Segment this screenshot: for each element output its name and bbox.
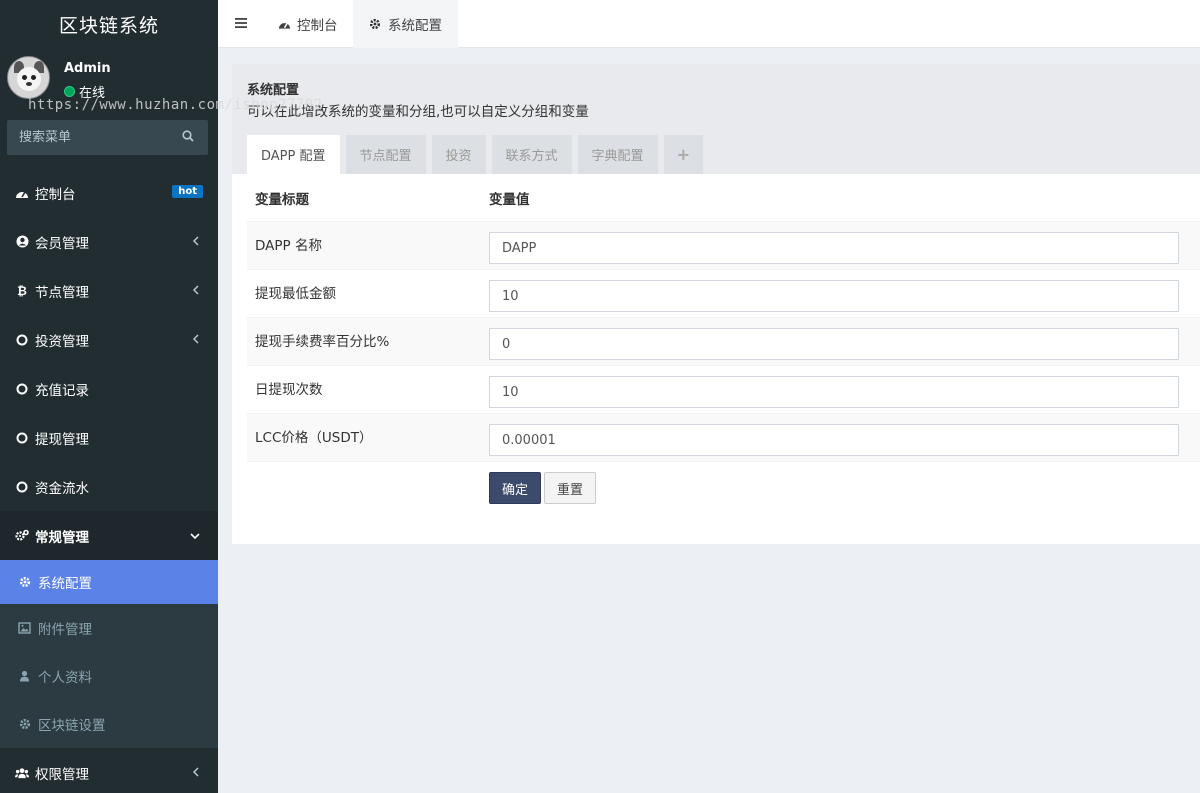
table-row: 提现最低金额 — [247, 270, 1200, 318]
tab-contact[interactable]: 联系方式 — [491, 135, 572, 174]
config-tabs: DAPP 配置 节点配置 投资 联系方式 字典配置 + — [247, 135, 709, 174]
sidebar-item-withdraw[interactable]: 提现管理 — [0, 413, 218, 462]
tab-label: 系统配置 — [388, 18, 442, 34]
circle-icon — [15, 480, 29, 494]
users-icon — [15, 766, 29, 780]
table-header-row: 变量标题 变量值 — [247, 174, 1200, 222]
submit-button[interactable]: 确定 — [489, 472, 542, 504]
field-label: LCC价格（USDT） — [255, 430, 373, 446]
tab-invest[interactable]: 投资 — [431, 135, 486, 174]
add-tab-button[interactable]: + — [663, 135, 703, 174]
gear-icon — [18, 576, 31, 589]
panel-header: 系统配置 可以在此增改系统的变量和分组,也可以自定义分组和变量 DAPP 配置 … — [232, 64, 1200, 174]
sidebar-item-label: 控制台 — [35, 186, 76, 203]
tab-dapp-config[interactable]: DAPP 配置 — [247, 135, 340, 174]
sidebar-item-dashboard[interactable]: 控制台 hot — [0, 168, 218, 217]
sidebar-item-label: 权限管理 — [35, 766, 89, 783]
sidebar-item-label: 常规管理 — [35, 529, 89, 546]
dapp-name-input[interactable] — [489, 232, 1179, 264]
sidebar-item-label: 提现管理 — [35, 431, 89, 448]
gear-icon — [369, 18, 382, 31]
tab-dictionary-config[interactable]: 字典配置 — [577, 135, 658, 174]
sidebar-item-invest[interactable]: 投资管理 — [0, 315, 218, 364]
avatar — [7, 56, 50, 99]
circle-icon — [15, 431, 29, 445]
circle-icon — [15, 333, 29, 347]
table-row: 日提现次数 — [247, 366, 1200, 414]
online-dot-icon — [64, 86, 75, 97]
hamburger-menu-icon[interactable] — [235, 17, 247, 29]
column-header-value: 变量值 — [489, 191, 530, 208]
table-row: DAPP 名称 — [247, 222, 1200, 270]
chevron-left-icon — [192, 767, 199, 777]
field-label: DAPP 名称 — [255, 238, 322, 254]
withdraw-fee-rate-input[interactable] — [489, 328, 1179, 360]
sidebar-item-members[interactable]: 会员管理 — [0, 217, 218, 266]
user-name: Admin — [64, 61, 111, 76]
sidebar-item-general[interactable]: 常规管理 — [0, 511, 218, 560]
sidebar-item-flow[interactable]: 资金流水 — [0, 462, 218, 511]
circle-icon — [15, 382, 29, 396]
sidebar-item-label: 资金流水 — [35, 480, 89, 497]
search-icon[interactable] — [182, 130, 194, 142]
page-title: 系统配置 — [247, 83, 300, 98]
sidebar-item-label: 节点管理 — [35, 284, 89, 301]
field-label: 提现手续费率百分比% — [255, 334, 390, 350]
chevron-left-icon — [192, 285, 199, 295]
daily-withdraw-count-input[interactable] — [489, 376, 1179, 408]
chevron-down-icon — [190, 533, 200, 540]
sidebar-item-recharge[interactable]: 充值记录 — [0, 364, 218, 413]
lcc-price-input[interactable] — [489, 424, 1179, 456]
main-content: 系统配置 可以在此增改系统的变量和分组,也可以自定义分组和变量 DAPP 配置 … — [232, 64, 1200, 544]
sidebar-item-label: 投资管理 — [35, 333, 89, 350]
sidebar-item-label: 区块链设置 — [38, 718, 106, 734]
sidebar: 区块链系统 Admin 在线 控制台 hot 会员管理 ₿ 节 — [0, 0, 218, 793]
chevron-left-icon — [192, 236, 199, 246]
gear-icon — [18, 718, 31, 731]
dashboard-icon — [278, 18, 291, 31]
sidebar-item-system-config[interactable]: 系统配置 — [0, 560, 218, 604]
sidebar-item-profile[interactable]: 个人资料 — [0, 652, 218, 700]
tab-dashboard[interactable]: 控制台 — [262, 0, 354, 48]
chevron-left-icon — [192, 334, 199, 344]
gears-icon — [15, 529, 29, 543]
sidebar-item-label: 系统配置 — [38, 576, 92, 592]
app-logo[interactable]: 区块链系统 — [0, 0, 218, 48]
tab-system-config[interactable]: 系统配置 — [353, 0, 458, 48]
top-navbar: 控制台 系统配置 — [218, 0, 1200, 48]
sidebar-submenu-general: 系统配置 附件管理 个人资料 区块链设置 — [0, 560, 218, 748]
tab-node-config[interactable]: 节点配置 — [345, 135, 426, 174]
hot-badge: hot — [172, 185, 203, 198]
reset-button[interactable]: 重置 — [544, 472, 597, 504]
dashboard-icon — [15, 186, 29, 200]
config-form: 变量标题 变量值 DAPP 名称 提现最低金额 提现手续费率百分比% 日提现次数… — [247, 174, 1200, 462]
table-row: 提现手续费率百分比% — [247, 318, 1200, 366]
tab-label: 控制台 — [297, 18, 338, 34]
field-label: 日提现次数 — [255, 382, 323, 398]
sidebar-item-label: 会员管理 — [35, 235, 89, 252]
form-buttons: 确定 重置 — [489, 472, 599, 504]
sidebar-item-blockchain-settings[interactable]: 区块链设置 — [0, 700, 218, 748]
sidebar-item-attachments[interactable]: 附件管理 — [0, 604, 218, 652]
sidebar-item-nodes[interactable]: ₿ 节点管理 — [0, 266, 218, 315]
column-header-title: 变量标题 — [255, 191, 309, 208]
sidebar-item-label: 个人资料 — [38, 670, 92, 686]
sidebar-item-permissions[interactable]: 权限管理 — [0, 748, 218, 793]
search-input[interactable] — [7, 130, 177, 145]
sidebar-item-label: 附件管理 — [38, 622, 92, 638]
image-icon — [18, 622, 31, 635]
table-row: LCC价格（USDT） — [247, 414, 1200, 462]
sidebar-item-label: 充值记录 — [35, 382, 89, 399]
sidebar-menu: 控制台 hot 会员管理 ₿ 节点管理 投资管理 充值记录 提现管理 资金流水 … — [0, 168, 218, 793]
watermark: https://www.huzhan.com/ishop27702 — [28, 97, 323, 113]
user-icon — [18, 670, 31, 683]
user-circle-icon — [15, 235, 29, 249]
field-label: 提现最低金额 — [255, 286, 336, 302]
sidebar-search — [7, 120, 208, 155]
min-withdraw-input[interactable] — [489, 280, 1179, 312]
bitcoin-icon: ₿ — [17, 283, 27, 298]
